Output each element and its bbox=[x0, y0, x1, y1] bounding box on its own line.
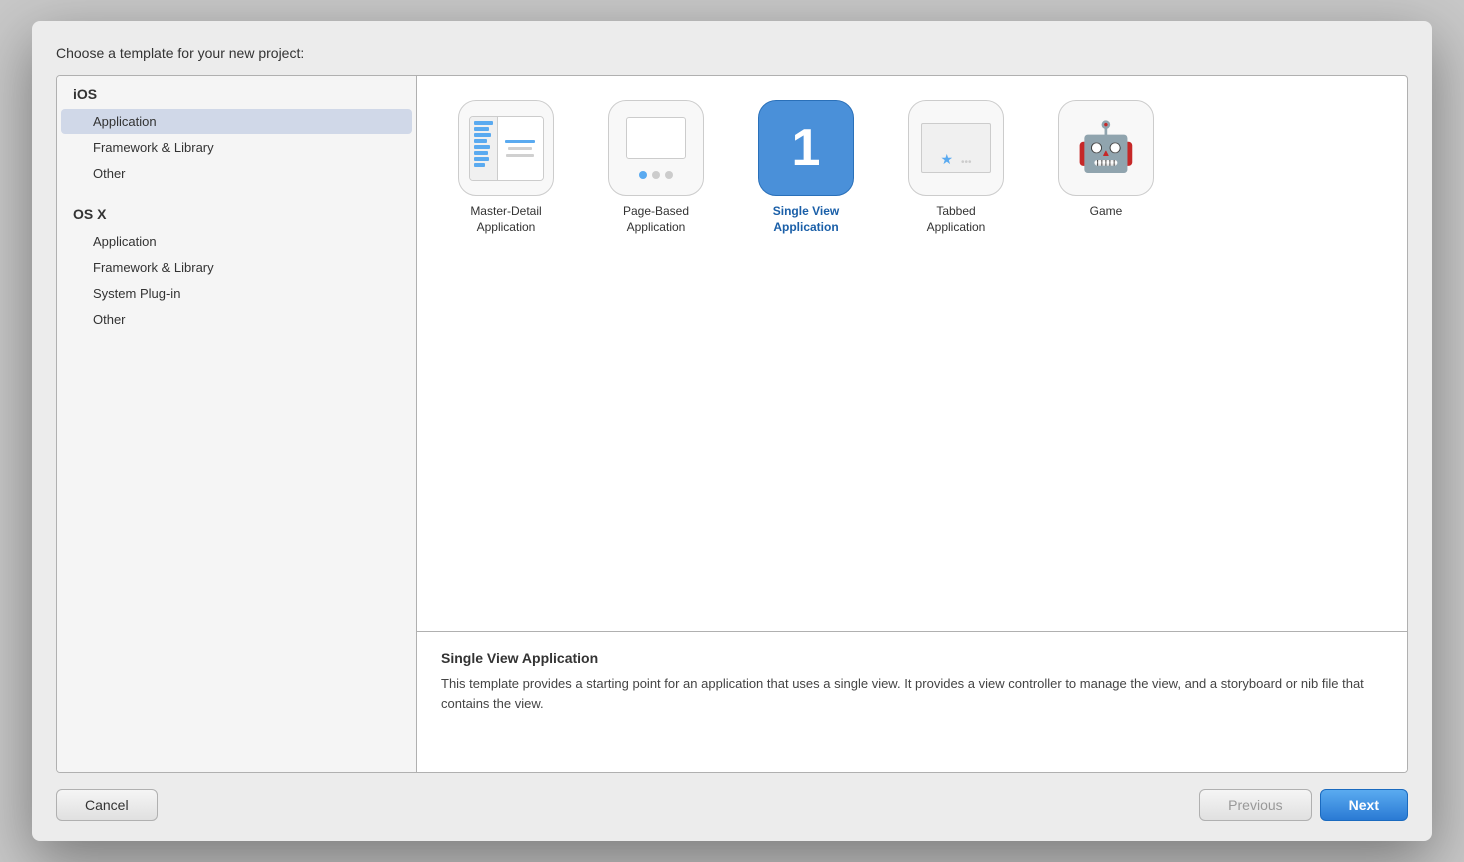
previous-button[interactable]: Previous bbox=[1199, 789, 1311, 821]
content-area: iOS Application Framework & Library Othe… bbox=[56, 75, 1408, 773]
sidebar-item-ios-application[interactable]: Application bbox=[61, 109, 412, 134]
template-icon-master-detail bbox=[458, 100, 554, 196]
template-icon-page-based bbox=[608, 100, 704, 196]
cancel-button[interactable]: Cancel bbox=[56, 789, 158, 821]
sidebar: iOS Application Framework & Library Othe… bbox=[57, 76, 417, 772]
bottom-bar: Cancel Previous Next bbox=[56, 789, 1408, 821]
template-icon-tabbed: ★ ••• bbox=[908, 100, 1004, 196]
template-item-master-detail[interactable]: Master-DetailApplication bbox=[441, 100, 571, 235]
main-area: Master-DetailApplication bbox=[417, 76, 1407, 772]
template-label-page-based: Page-BasedApplication bbox=[623, 204, 689, 235]
game-robot-icon: 🤖 bbox=[1076, 124, 1136, 172]
description-area: Single View Application This template pr… bbox=[417, 632, 1407, 772]
template-label-tabbed: TabbedApplication bbox=[927, 204, 986, 235]
description-text: This template provides a starting point … bbox=[441, 674, 1383, 713]
sidebar-section-osx: OS X bbox=[57, 196, 416, 228]
description-title: Single View Application bbox=[441, 650, 1383, 666]
template-grid: Master-DetailApplication bbox=[417, 76, 1407, 632]
template-label-game: Game bbox=[1090, 204, 1123, 220]
next-button[interactable]: Next bbox=[1320, 789, 1408, 821]
sidebar-item-osx-framework[interactable]: Framework & Library bbox=[61, 255, 412, 280]
dialog-title: Choose a template for your new project: bbox=[56, 45, 1408, 61]
template-item-tabbed[interactable]: ★ ••• TabbedApplication bbox=[891, 100, 1021, 235]
template-item-game[interactable]: 🤖 Game bbox=[1041, 100, 1171, 235]
template-icon-single-view: 1 bbox=[758, 100, 854, 196]
sidebar-item-osx-plugin[interactable]: System Plug-in bbox=[61, 281, 412, 306]
template-label-single-view: Single ViewApplication bbox=[773, 204, 839, 235]
sidebar-section-ios: iOS bbox=[57, 76, 416, 108]
page-dots bbox=[639, 171, 673, 179]
sidebar-item-ios-framework[interactable]: Framework & Library bbox=[61, 135, 412, 160]
template-item-page-based[interactable]: Page-BasedApplication bbox=[591, 100, 721, 235]
sidebar-item-ios-other[interactable]: Other bbox=[61, 161, 412, 186]
sidebar-item-osx-other[interactable]: Other bbox=[61, 307, 412, 332]
template-icon-game: 🤖 bbox=[1058, 100, 1154, 196]
template-item-single-view[interactable]: 1 Single ViewApplication bbox=[741, 100, 871, 235]
sidebar-item-osx-application[interactable]: Application bbox=[61, 229, 412, 254]
single-view-number: 1 bbox=[792, 118, 821, 178]
dialog: Choose a template for your new project: … bbox=[32, 21, 1432, 841]
nav-buttons: Previous Next bbox=[1199, 789, 1408, 821]
template-label-master-detail: Master-DetailApplication bbox=[470, 204, 541, 235]
